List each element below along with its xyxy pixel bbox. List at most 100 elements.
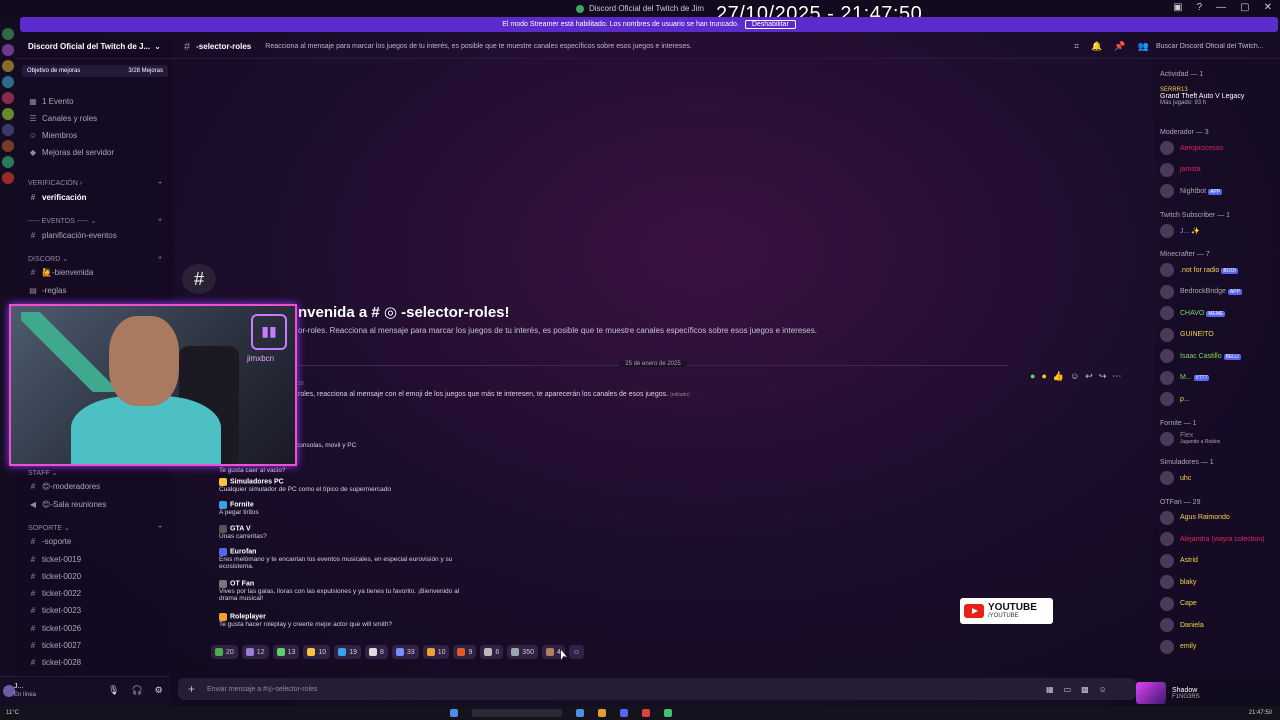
add-channel-icon[interactable]: + [158,217,162,224]
threads-icon[interactable]: ⌗ [1074,41,1079,52]
reaction-chip[interactable]: 9 [453,645,477,659]
emoji-icon[interactable]: ☺ [1099,685,1107,694]
reaction-emoji-icon[interactable]: ● [1041,371,1046,382]
member-item[interactable]: J... ✨ [1160,223,1200,238]
channel-ticket[interactable]: # ticket-0023 [28,606,81,615]
channel-ticket[interactable]: # ticket-0020 [28,572,81,581]
member-item[interactable]: Astrid [1160,553,1198,568]
member-item[interactable]: Isaac Castillo BELU [1160,349,1241,363]
reaction-chip[interactable]: 19 [334,645,361,659]
server-header[interactable]: Discord Oficial del Twitch de J... ⌄ [16,35,174,59]
channel-ticket[interactable]: # ticket-0028 [28,658,81,667]
gift-icon[interactable]: ▦ [1046,685,1054,694]
server-icon[interactable] [2,28,14,40]
channel-sala-reuniones[interactable]: ◀ 😊-Sala reuniones [28,500,106,509]
headphones-icon[interactable]: 🎧 [131,685,142,696]
start-icon[interactable] [450,709,458,717]
thumbs-up-icon[interactable]: 👍 [1053,371,1064,382]
maximize-button[interactable]: ▢ [1240,2,1249,13]
disable-streamer-button[interactable]: Deshabilitar [744,20,796,29]
message-input[interactable]: + Enviar mensaje a #◎-selector-roles ▦ ▭… [178,678,1136,700]
reaction-chip[interactable]: 10 [303,645,331,659]
add-channel-icon[interactable]: + [158,180,162,187]
member-item[interactable]: Alejandra (wayra colection) [1160,532,1264,546]
close-button[interactable]: ✕ [1264,2,1272,13]
server-icon[interactable] [2,60,14,72]
member-item[interactable]: Nightbot APP [1160,184,1223,198]
bell-icon[interactable]: 🔔 [1091,41,1102,52]
category-eventos[interactable]: ----- Eventos ----- ⌄ + [28,217,162,225]
sidebar-item-events[interactable]: ▦ 1 Evento [28,97,73,106]
channel-planificacion[interactable]: # planificación-eventos [28,231,117,240]
category-soporte[interactable]: Soporte ⌄ + [28,524,162,532]
taskbar-app-icon[interactable] [664,709,672,717]
gear-icon[interactable]: ⚙ [155,685,163,696]
add-channel-icon[interactable]: + [158,255,162,262]
channel-soporte[interactable]: # -soporte [28,537,72,546]
members-list-icon[interactable]: 👥 [1138,41,1149,52]
category-staff[interactable]: Staff ⌄ [28,469,57,477]
member-item[interactable]: .not for radio BOOI [1160,263,1238,277]
microphone-icon[interactable]: 🎙 [108,685,119,696]
member-item[interactable]: M... V777 [1160,370,1210,385]
reaction-chip[interactable]: 12 [241,645,269,659]
reply-icon[interactable]: ↩ [1085,371,1093,382]
member-item[interactable]: uhc [1160,471,1191,485]
minimize-button[interactable]: — [1216,2,1226,13]
category-verificacion[interactable]: VERIFICACIÓN › + [28,180,162,187]
category-discord[interactable]: DISCORD ⌄ + [28,255,162,263]
gif-icon[interactable]: ▭ [1064,685,1072,694]
server-icon[interactable] [2,140,14,152]
more-icon[interactable]: ⋯ [1112,371,1121,382]
member-item[interactable]: blaky [1160,575,1196,589]
reaction-chip[interactable]: 33 [391,645,419,659]
member-item[interactable]: Agus Raimondo [1160,510,1230,525]
member-item[interactable]: Flex Jugando a Roblox [1160,431,1220,446]
add-reaction-button[interactable]: ☺ [568,645,585,659]
taskbar-search[interactable] [472,709,562,717]
server-icon[interactable] [2,44,14,56]
server-icon[interactable] [2,92,14,104]
channel-verificacion[interactable]: # verificación [28,193,87,202]
taskbar-app-icon[interactable] [598,709,606,717]
taskbar-app-icon[interactable] [576,709,584,717]
member-item[interactable]: p... [1160,392,1190,406]
server-icon[interactable] [2,108,14,120]
member-item[interactable]: BedrockBridge APP [1160,284,1242,299]
member-item[interactable]: Aeroprocesso [1160,141,1223,155]
reaction-chip[interactable]: 20 [211,645,238,659]
channel-ticket[interactable]: # ticket-0019 [28,555,81,564]
boost-goal[interactable]: Objetivo de mejoras 3/28 Mejoras [22,65,168,77]
pin-icon[interactable]: 📌 [1114,41,1125,52]
channel-ticket[interactable]: # ticket-0022 [28,589,81,598]
server-icon[interactable] [2,76,14,88]
activity-card[interactable]: SERRR13 Grand Theft Auto V Legacy Más ju… [1160,87,1244,106]
channel-topic[interactable]: Reacciona al mensaje para marcar los jue… [265,43,691,50]
channel-ticket[interactable]: # ticket-0027 [28,641,81,650]
sidebar-item-channels-roles[interactable]: ☰ Canales y roles [28,114,97,123]
attach-icon[interactable]: + [188,682,195,696]
reaction-chip[interactable]: 13 [272,645,300,659]
server-icon[interactable] [2,124,14,136]
reaction-chip[interactable]: 350 [507,645,538,659]
reaction-check-icon[interactable]: ● [1030,371,1035,382]
sidebar-item-boosts[interactable]: ◆ Mejoras del servidor [28,148,114,157]
member-item[interactable]: GUINEITO [1160,327,1214,342]
reaction-chip[interactable]: 8 [364,645,388,659]
sidebar-item-members[interactable]: ☺ Miembros [28,131,77,140]
reaction-chip[interactable]: 10 [422,645,450,659]
taskbar-app-icon[interactable] [642,709,650,717]
sticker-icon[interactable]: ▩ [1081,685,1089,694]
add-channel-icon[interactable]: + [158,524,162,531]
member-item[interactable]: Daniela [1160,618,1204,632]
forward-icon[interactable]: ↪ [1099,371,1107,382]
stream-card[interactable]: Shadow F1NG3RS [1132,680,1280,706]
search-input[interactable]: Buscar Discord Oficial del Twitch... [1156,43,1276,50]
taskbar-app-icon[interactable] [620,709,628,717]
add-reaction-icon[interactable]: ☺ [1070,371,1079,382]
server-icon[interactable] [2,172,14,184]
server-icon[interactable] [2,156,14,168]
inbox-icon[interactable]: ▣ [1173,2,1182,13]
member-item[interactable]: Cape [1160,596,1197,611]
help-icon[interactable]: ? [1197,2,1203,13]
